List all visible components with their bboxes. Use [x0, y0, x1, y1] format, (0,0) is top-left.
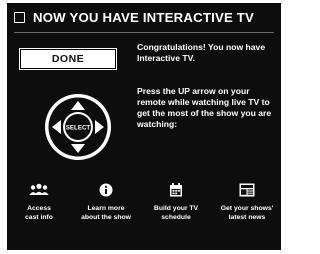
page-title: NOW YOU HAVE INTERACTIVE TV [33, 10, 255, 25]
feature-schedule: Build your TV schedule [146, 183, 206, 222]
feature-label-line2: latest news [228, 213, 266, 221]
info-icon [99, 183, 113, 197]
feature-label-line1: Build your TV [153, 205, 199, 212]
feature-label-line2: about the show [81, 213, 131, 221]
feature-label-line1: Access [27, 205, 51, 212]
feature-label-line2: schedule [161, 213, 191, 221]
remote-dpad-icon: SELECT [45, 94, 111, 160]
people-icon [29, 183, 49, 195]
feature-label-line2: cast info [25, 213, 53, 221]
checkbox[interactable] [14, 12, 25, 23]
interactive-tv-screen: NOW YOU HAVE INTERACTIVE TV DONE Congrat… [7, 3, 281, 250]
congratulations-text: Congratulations! You now have Interactiv… [137, 42, 266, 63]
feature-cast-info: Access cast info [9, 183, 69, 222]
select-label: SELECT [66, 125, 91, 132]
title-row: NOW YOU HAVE INTERACTIVE TV [14, 10, 254, 25]
done-button[interactable]: DONE [19, 48, 117, 70]
feature-label-line1: Learn more [87, 205, 125, 212]
news-icon [239, 183, 255, 197]
calendar-icon [170, 183, 182, 197]
feature-learn-more: Learn more about the show [76, 183, 136, 222]
instruction-text: Press the UP arrow on your remote while … [137, 86, 272, 129]
feature-latest-news: Get your shows' latest news [217, 183, 277, 222]
divider [14, 32, 274, 33]
feature-label-line1: Get your shows' [220, 205, 274, 212]
